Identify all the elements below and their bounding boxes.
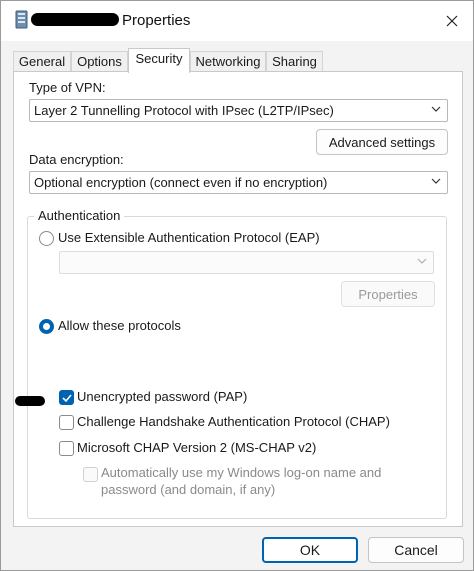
chevron-down-icon: [431, 178, 441, 184]
pap-label: Unencrypted password (PAP): [77, 389, 248, 404]
window-title: Properties: [122, 12, 191, 29]
vpn-type-label: Type of VPN:: [29, 80, 106, 95]
cancel-button[interactable]: Cancel: [368, 537, 464, 563]
advanced-settings-button[interactable]: Advanced settings: [316, 129, 448, 155]
mschapv2-label: Microsoft CHAP Version 2 (MS-CHAP v2): [77, 440, 317, 455]
close-icon: [446, 15, 458, 27]
chap-checkbox[interactable]: [59, 415, 74, 430]
eap-properties-button[interactable]: Properties: [341, 281, 435, 307]
title-bar: Properties: [1, 1, 473, 41]
auto-logon-checkbox[interactable]: [83, 467, 98, 482]
network-connection-icon: [15, 10, 29, 30]
redacted-connection-name: [31, 13, 119, 26]
data-encryption-label: Data encryption:: [29, 152, 124, 167]
allow-protocols-radio[interactable]: [39, 319, 54, 334]
eap-method-dropdown[interactable]: [59, 251, 434, 274]
data-encryption-dropdown[interactable]: Optional encryption (connect even if no …: [29, 171, 448, 194]
tab-general[interactable]: General: [13, 51, 71, 72]
authentication-label: Authentication: [34, 208, 125, 223]
vpn-type-dropdown[interactable]: Layer 2 Tunnelling Protocol with IPsec (…: [29, 99, 448, 122]
chevron-down-icon: [417, 258, 427, 264]
tab-networking[interactable]: Networking: [190, 51, 266, 72]
tab-sharing[interactable]: Sharing: [266, 51, 323, 72]
eap-option-label: Use Extensible Authentication Protocol (…: [58, 230, 320, 245]
ok-button[interactable]: OK: [262, 537, 358, 563]
tab-security[interactable]: Security: [128, 48, 190, 73]
security-panel: Type of VPN: Layer 2 Tunnelling Protocol…: [13, 71, 463, 527]
allow-protocols-label: Allow these protocols: [58, 318, 181, 333]
auto-logon-label-line1: Automatically use my Windows log-on name…: [101, 465, 382, 480]
checkmark-icon: [62, 394, 72, 403]
close-button[interactable]: [437, 7, 467, 35]
eap-radio[interactable]: [39, 231, 54, 246]
redaction-mark: [15, 396, 45, 406]
pap-checkbox[interactable]: [59, 390, 74, 405]
tab-options[interactable]: Options: [71, 51, 128, 72]
mschapv2-checkbox[interactable]: [59, 441, 74, 456]
chevron-down-icon: [431, 106, 441, 112]
properties-dialog: Properties General Options Security Netw…: [0, 0, 474, 571]
vpn-type-value: Layer 2 Tunnelling Protocol with IPsec (…: [34, 103, 334, 118]
chap-label: Challenge Handshake Authentication Proto…: [77, 414, 390, 429]
auto-logon-label-line2: password (and domain, if any): [101, 482, 276, 497]
data-encryption-value: Optional encryption (connect even if no …: [34, 175, 328, 190]
